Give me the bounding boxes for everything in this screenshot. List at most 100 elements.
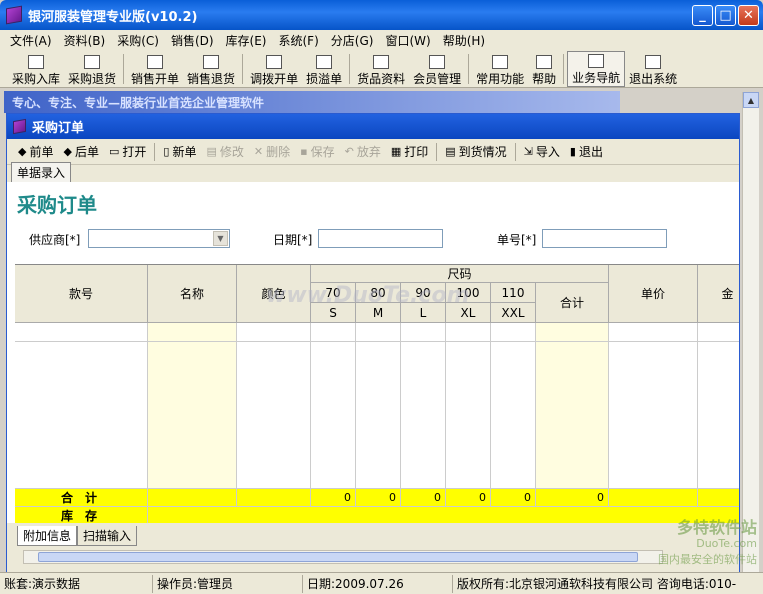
- exit-system-button[interactable]: 退出系统: [625, 51, 681, 87]
- total-sum-cell: 0: [536, 489, 609, 507]
- print-button[interactable]: ▦ 打印: [386, 143, 433, 160]
- close-button[interactable]: ✕: [738, 5, 759, 26]
- toolbar-separator: [468, 53, 470, 84]
- vertical-scrollbar[interactable]: ▲: [742, 92, 759, 572]
- new-document-icon: ▯: [163, 145, 170, 158]
- date-field[interactable]: [318, 229, 443, 248]
- order-no-field[interactable]: [542, 229, 667, 248]
- menu-inventory[interactable]: 库存(E): [220, 32, 273, 49]
- child-window-icon: [13, 118, 26, 135]
- grid-column[interactable]: [237, 323, 311, 489]
- tab-extra-info[interactable]: 附加信息: [17, 526, 78, 546]
- menu-file[interactable]: 文件(A): [4, 32, 58, 49]
- menu-data[interactable]: 资料(B): [58, 32, 112, 49]
- stock-row-label: 库 存: [15, 507, 148, 523]
- grid-column[interactable]: [491, 323, 536, 489]
- business-nav-button[interactable]: 业务导航: [567, 51, 626, 87]
- import-button[interactable]: ⇲ 导入: [519, 143, 565, 160]
- grid-column[interactable]: [311, 323, 356, 489]
- arrival-status-button[interactable]: ▤ 到货情况: [440, 143, 511, 160]
- app-icon: [6, 5, 22, 25]
- sales-order-button[interactable]: 销售开单: [127, 51, 183, 87]
- total-cell: [609, 489, 698, 507]
- grid-column[interactable]: [356, 323, 401, 489]
- help-book-icon: [536, 55, 553, 69]
- grid-column[interactable]: [401, 323, 446, 489]
- size-name: XXL: [491, 303, 536, 323]
- goods-info-button[interactable]: 货品资料: [353, 51, 409, 87]
- purchase-in-button[interactable]: 采购入库: [8, 51, 64, 87]
- prev-order-button[interactable]: ◆ 前单: [13, 143, 58, 160]
- window-title: 银河服装管理专业版(v10.2): [28, 9, 198, 25]
- menu-sales[interactable]: 销售(D): [165, 32, 220, 49]
- grid-column[interactable]: [446, 323, 491, 489]
- loss-gain-button[interactable]: 损溢单: [302, 51, 346, 87]
- tab-order-entry[interactable]: 单据录入: [11, 162, 72, 182]
- exit-button[interactable]: ▮ 退出: [565, 143, 608, 160]
- transfer-button[interactable]: 调拨开单: [246, 51, 302, 87]
- total-size-cell: 0: [491, 489, 536, 507]
- supplier-label: 供应商[*]: [29, 233, 81, 247]
- grid-column[interactable]: [536, 323, 609, 489]
- loss-gain-icon: [316, 55, 333, 69]
- maximize-button[interactable]: □: [715, 5, 736, 26]
- supplier-select[interactable]: ▼: [88, 229, 230, 248]
- toolbar-separator: [514, 142, 516, 161]
- menu-system[interactable]: 系统(F): [273, 32, 325, 49]
- status-bar: 账套:演示数据 操作员:管理员 日期:2009.07.26 版权所有:北京银河通…: [0, 572, 763, 594]
- toolbar-separator: [242, 53, 244, 84]
- save-button[interactable]: ▪ 保存: [295, 143, 339, 160]
- new-order-button[interactable]: ▯ 新单: [158, 143, 201, 160]
- grid-column[interactable]: [609, 323, 698, 489]
- member-button[interactable]: 会员管理: [409, 51, 465, 87]
- grid-column[interactable]: [148, 323, 237, 489]
- toolbar-separator: [436, 142, 438, 161]
- horizontal-scrollbar[interactable]: [23, 550, 663, 564]
- row-divider: [15, 341, 739, 342]
- delete-button[interactable]: ✕ 删除: [249, 143, 295, 160]
- total-cell: [148, 489, 237, 507]
- menu-bar: 文件(A) 资料(B) 采购(C) 销售(D) 库存(E) 系统(F) 分店(G…: [0, 30, 763, 50]
- child-title-bar: 采购订单: [7, 114, 739, 139]
- header-size: 尺码: [311, 265, 609, 283]
- grid-column[interactable]: [15, 323, 148, 489]
- undo-icon: ↶: [344, 145, 354, 158]
- date-label: 日期[*]: [273, 233, 313, 247]
- discard-button[interactable]: ↶ 放弃: [340, 143, 386, 160]
- toolbar-separator: [563, 53, 565, 84]
- toolbar-separator: [154, 142, 156, 161]
- tab-scan-input[interactable]: 扫描输入: [77, 526, 138, 546]
- toolbar-separator: [123, 53, 125, 84]
- form-title: 采购订单: [17, 193, 97, 217]
- chevron-down-icon[interactable]: ▼: [213, 231, 228, 246]
- books-icon: [373, 55, 390, 69]
- sales-return-button[interactable]: 销售退货: [183, 51, 239, 87]
- total-size-cell: 0: [401, 489, 446, 507]
- minimize-button[interactable]: _: [692, 5, 713, 26]
- child-title: 采购订单: [32, 121, 85, 136]
- toolbar-separator: [349, 53, 351, 84]
- grid-column[interactable]: [698, 323, 739, 489]
- open-button[interactable]: ▭ 打开: [104, 143, 151, 160]
- menu-branch[interactable]: 分店(G): [325, 32, 380, 49]
- order-form-panel: 采购订单 供应商[*] ▼ 日期[*] 单号[*] 款号 名称 颜色 尺码 70…: [7, 183, 739, 523]
- next-order-button[interactable]: ◆ 后单: [58, 143, 103, 160]
- watermark-text: www.DuoTe.com: [266, 283, 470, 308]
- import-icon: ⇲: [523, 145, 533, 158]
- common-functions-button[interactable]: 常用功能: [472, 51, 528, 87]
- edit-button[interactable]: ▤ 修改: [201, 143, 248, 160]
- watermark-logo: 多特软件站 DuoTe.com 国内最安全的软件站: [658, 518, 757, 567]
- menu-help[interactable]: 帮助(H): [437, 32, 491, 49]
- form-toolbar: ◆ 前单 ◆ 后单 ▭ 打开 ▯ 新单 ▤ 修改 ✕ 删除 ▪ 保存 ↶ 放弃 ▦ 打印 ▤ 到货情…: [7, 139, 739, 165]
- scroll-thumb[interactable]: [38, 552, 638, 562]
- status-account: 账套:演示数据: [0, 574, 153, 593]
- order-no-label: 单号[*]: [497, 233, 537, 247]
- menu-window[interactable]: 窗口(W): [379, 32, 436, 49]
- purchase-return-button[interactable]: 采购退货: [64, 51, 120, 87]
- size-code: 110: [491, 283, 536, 303]
- scroll-up-arrow-icon[interactable]: ▲: [743, 92, 759, 108]
- printer-icon: ▦: [390, 145, 402, 158]
- header-total: 合计: [536, 283, 609, 323]
- menu-purchase[interactable]: 采购(C): [111, 32, 165, 49]
- help-button[interactable]: 帮助: [528, 51, 560, 87]
